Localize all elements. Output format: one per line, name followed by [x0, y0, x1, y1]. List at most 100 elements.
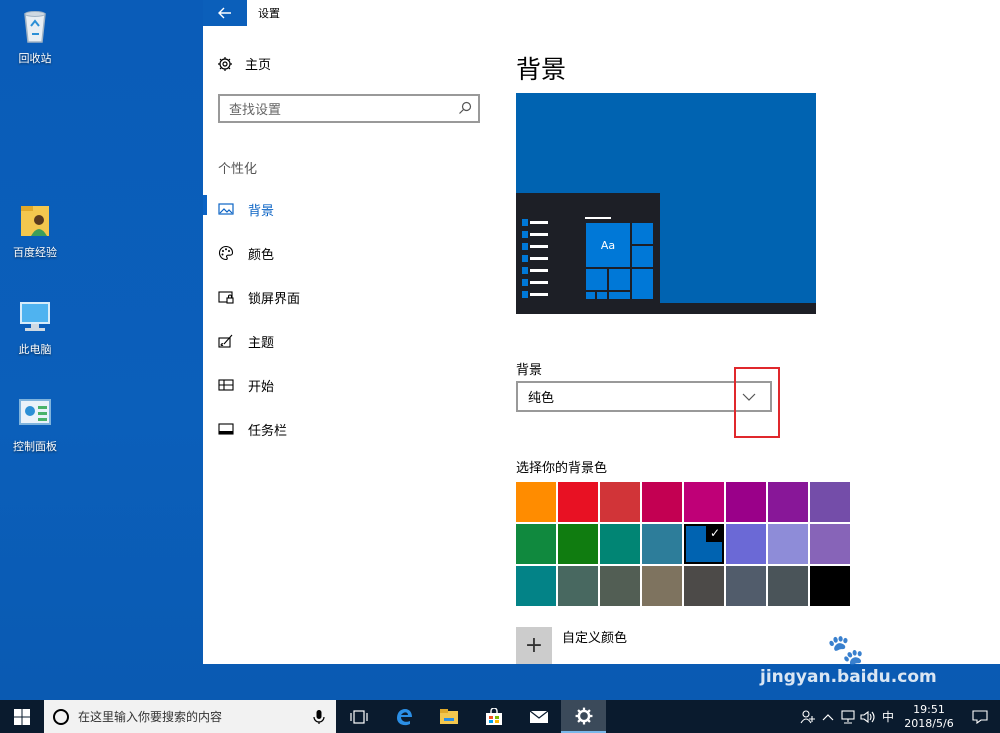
search-placeholder: 查找设置: [229, 103, 282, 118]
custom-color-button[interactable]: + 自定义颜色: [516, 627, 627, 664]
watermark-url: jingyan.baidu.com: [760, 667, 937, 687]
show-hidden-icons-button[interactable]: [818, 700, 838, 733]
color-swatch[interactable]: [558, 524, 598, 564]
nav-item-label: 颜色: [248, 247, 275, 263]
edge-button[interactable]: [381, 700, 426, 733]
color-swatch[interactable]: [600, 482, 640, 522]
back-arrow-icon: [218, 7, 231, 19]
color-swatch[interactable]: [558, 482, 598, 522]
people-button[interactable]: [798, 700, 818, 733]
settings-gear-icon: [575, 707, 592, 724]
plus-icon: +: [516, 627, 552, 664]
network-button[interactable]: [838, 700, 858, 733]
input-method-indicator[interactable]: 中: [878, 700, 898, 733]
control-panel-icon: [19, 399, 51, 425]
action-center-button[interactable]: [960, 700, 1000, 733]
clock-date: 2018/5/6: [904, 716, 954, 730]
preview-tile-aa: Aa: [585, 222, 631, 268]
color-swatch[interactable]: [726, 482, 766, 522]
task-view-button[interactable]: [336, 700, 381, 733]
watermark-logo: Bai🐾经验: [760, 628, 928, 669]
color-swatch[interactable]: [768, 524, 808, 564]
nav-home-label: 主页: [245, 58, 272, 73]
desktop-icon-label: 百度经验: [13, 246, 57, 259]
desktop-icon-recycle-bin[interactable]: 回收站: [0, 6, 70, 66]
page-title: 背景: [516, 55, 567, 84]
edge-icon: [396, 708, 412, 725]
taskbar-search-box[interactable]: 在这里输入你要搜索的内容: [44, 700, 336, 733]
color-swatch[interactable]: [600, 566, 640, 606]
mail-button[interactable]: [516, 700, 561, 733]
preview-taskbar: [516, 303, 816, 314]
clock-time: 19:51: [913, 702, 945, 716]
file-explorer-button[interactable]: [426, 700, 471, 733]
nav-item-label: 锁屏界面: [248, 291, 301, 307]
nav-home[interactable]: 主页: [217, 54, 271, 73]
nav-item-label: 开始: [248, 379, 275, 395]
nav-item-start[interactable]: 开始: [203, 363, 493, 407]
color-swatch[interactable]: [516, 524, 556, 564]
settings-app-button[interactable]: [561, 700, 606, 733]
color-swatch[interactable]: [726, 566, 766, 606]
preview-start-menu: Aa: [516, 193, 660, 314]
back-button[interactable]: [203, 0, 247, 26]
nav-item-label: 主题: [248, 335, 275, 351]
nav-item-label: 背景: [248, 203, 275, 219]
background-type-label: 背景: [516, 363, 543, 378]
custom-color-label: 自定义颜色: [562, 631, 628, 646]
nav-item-themes[interactable]: 主题: [203, 319, 493, 363]
color-swatch[interactable]: ✓: [684, 524, 724, 564]
store-icon: [485, 707, 502, 725]
nav-item-colors[interactable]: 颜色: [203, 231, 493, 275]
background-settings-panel: 背景 Aa 背景 纯色 选择你的背景色 ✓ + 自定义颜色: [516, 26, 996, 664]
color-swatch[interactable]: [810, 566, 850, 606]
taskbar: 在这里输入你要搜索的内容 中 19:51 2018/5/6: [0, 700, 1000, 733]
recycle-bin-icon: [24, 11, 46, 43]
nav-item-lock-screen[interactable]: 锁屏界面: [203, 275, 493, 319]
nav-item-background[interactable]: 背景: [203, 187, 493, 231]
clock[interactable]: 19:51 2018/5/6: [898, 703, 960, 731]
settings-nav: 主页 查找设置 个性化 背景 颜色 锁屏界面 主题 开始 任务栏: [203, 26, 493, 664]
start-button[interactable]: [0, 700, 44, 733]
desktop-icon-label: 回收站: [18, 52, 52, 65]
user-folder-icon: [21, 206, 49, 236]
nav-list: 背景 颜色 锁屏界面 主题 开始 任务栏: [203, 187, 493, 451]
color-swatch[interactable]: [726, 524, 766, 564]
network-icon: [841, 709, 855, 724]
color-swatch[interactable]: [684, 482, 724, 522]
settings-search-input[interactable]: 查找设置: [218, 94, 480, 123]
taskbar-search-text: 在这里输入你要搜索的内容: [78, 710, 223, 724]
color-swatch[interactable]: [516, 566, 556, 606]
cortana-icon: [53, 708, 69, 725]
color-swatch[interactable]: [768, 566, 808, 606]
choose-color-label: 选择你的背景色: [516, 461, 608, 476]
color-swatch[interactable]: [516, 482, 556, 522]
notification-icon: [972, 709, 988, 724]
color-swatch[interactable]: [600, 524, 640, 564]
color-swatch[interactable]: [642, 482, 682, 522]
nav-item-taskbar[interactable]: 任务栏: [203, 407, 493, 451]
store-button[interactable]: [471, 700, 516, 733]
color-swatch[interactable]: [810, 524, 850, 564]
desktop-icon-control-panel[interactable]: 控制面板: [0, 394, 70, 454]
color-swatch[interactable]: [768, 482, 808, 522]
window-title: 设置: [258, 7, 280, 20]
checkmark-icon: ✓: [706, 524, 724, 542]
microphone-icon[interactable]: [312, 709, 326, 725]
color-swatch[interactable]: [642, 524, 682, 564]
desktop-icon-this-pc[interactable]: 此电脑: [0, 297, 70, 357]
task-view-icon: [349, 709, 368, 724]
taskbar-icon: [218, 423, 234, 435]
color-swatch[interactable]: [684, 566, 724, 606]
start-grid-icon: [218, 379, 234, 391]
color-swatch[interactable]: [642, 566, 682, 606]
nav-section-label: 个性化: [218, 162, 258, 177]
color-swatch[interactable]: [558, 566, 598, 606]
color-swatch[interactable]: [810, 482, 850, 522]
mail-icon: [529, 710, 548, 723]
desktop-icon-label: 控制面板: [13, 440, 57, 453]
system-tray: 中 19:51 2018/5/6: [798, 700, 1000, 733]
desktop-icon-baidu-jingyan[interactable]: 百度经验: [0, 200, 70, 260]
volume-button[interactable]: [858, 700, 878, 733]
annotation-highlight-box: [734, 367, 780, 438]
